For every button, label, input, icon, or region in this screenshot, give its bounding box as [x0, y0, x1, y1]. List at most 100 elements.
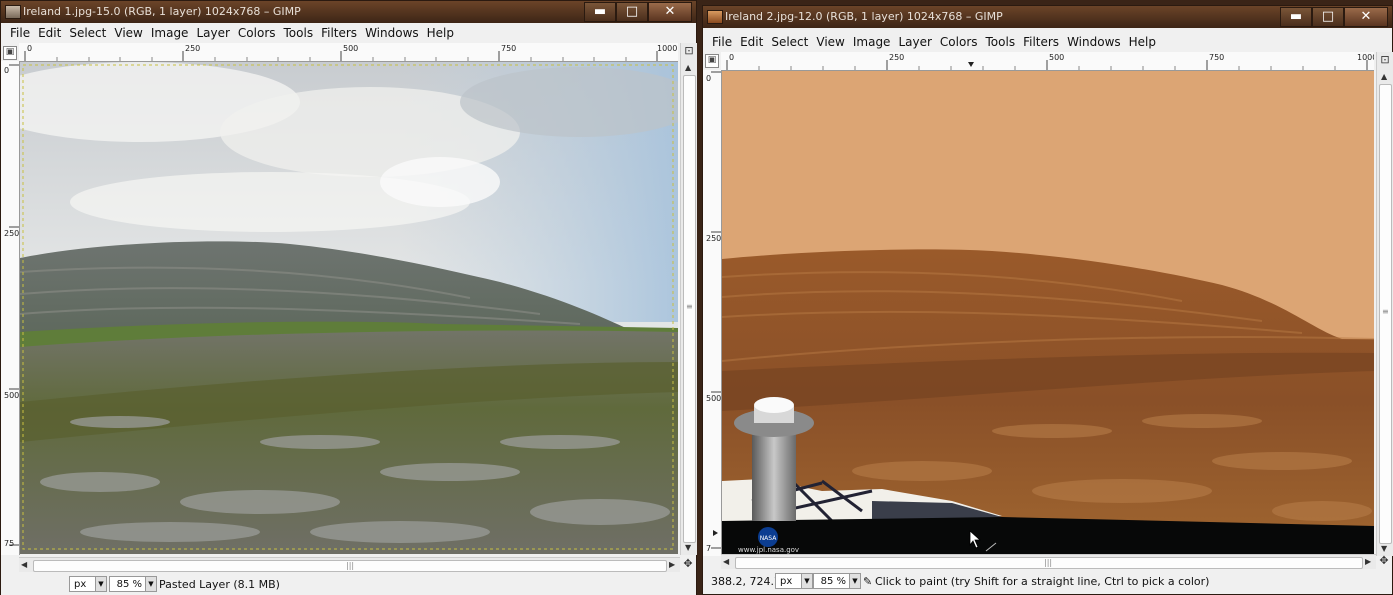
pointer-coordinates: 388.2, 724.7: [711, 575, 781, 588]
menu-help[interactable]: Help: [424, 23, 459, 43]
status-message: Pasted Layer (8.1 MB): [159, 578, 280, 591]
zoom-to-fit-icon[interactable]: ⊡: [1379, 54, 1391, 66]
navigate-icon[interactable]: ✥: [1378, 555, 1390, 567]
grip-icon: |||: [1044, 558, 1053, 567]
ruler-label: 1000: [1357, 53, 1374, 62]
menu-select[interactable]: Select: [66, 23, 111, 43]
ruler-label: 750: [501, 44, 517, 53]
scroll-up-icon[interactable]: ▲: [685, 63, 691, 72]
horizontal-scroll-thumb[interactable]: |||: [735, 557, 1363, 569]
zoom-value: 85 %: [116, 579, 142, 590]
ruler-label: 7: [706, 544, 712, 553]
scroll-right-icon[interactable]: ▶: [1365, 557, 1371, 566]
unit-value: px: [780, 576, 793, 587]
zoom-selector[interactable]: 85 % ▼: [109, 576, 157, 592]
menu-layer[interactable]: Layer: [895, 32, 936, 52]
unit-value: px: [74, 579, 87, 590]
menu-edit[interactable]: Edit: [737, 32, 768, 52]
unit-selector[interactable]: px ▼: [775, 573, 813, 589]
gimp-window-ireland-2: Ireland 2.jpg-12.0 (RGB, 1 layer) 1024x7…: [702, 5, 1393, 595]
dropdown-arrow-icon: ▼: [849, 574, 860, 588]
menu-select[interactable]: Select: [768, 32, 813, 52]
close-icon[interactable]: ✕: [1344, 7, 1388, 27]
menu-bar: File Edit Select View Image Layer Colors…: [1, 23, 696, 43]
vertical-ruler: 0 250 500 75: [1, 61, 20, 555]
quick-mask-toggle-icon[interactable]: ▣: [3, 46, 17, 60]
nasa-logo-text: NASA: [760, 535, 778, 542]
maximize-icon[interactable]: □: [1312, 7, 1344, 27]
status-message: Click to paint (try Shift for a straight…: [875, 575, 1210, 588]
image-canvas[interactable]: [20, 62, 678, 554]
image-canvas[interactable]: NASA www.jpl.nasa.gov: [722, 71, 1374, 555]
menu-layer[interactable]: Layer: [193, 23, 234, 43]
scroll-down-icon[interactable]: ▼: [685, 543, 691, 552]
ruler-label: 500: [4, 391, 20, 400]
ruler-label: 750: [1209, 53, 1225, 62]
horizontal-scrollbar[interactable]: ◀ ||| ▶: [19, 557, 680, 572]
menu-windows[interactable]: Windows: [362, 23, 424, 43]
ruler-label: 0: [27, 44, 33, 53]
horizontal-scroll-thumb[interactable]: |||: [33, 560, 667, 572]
scroll-left-icon[interactable]: ◀: [723, 557, 729, 566]
zoom-selector[interactable]: 85 % ▼: [813, 573, 861, 589]
menu-file[interactable]: File: [7, 23, 35, 43]
ruler-label: 1000: [657, 44, 678, 53]
minimize-icon[interactable]: ▬: [1280, 7, 1312, 27]
menu-tools[interactable]: Tools: [281, 23, 319, 43]
dropdown-arrow-icon: ▼: [801, 574, 812, 588]
zoom-to-fit-icon[interactable]: ⊡: [683, 45, 695, 57]
close-icon[interactable]: ✕: [648, 2, 692, 22]
vertical-scrollbar[interactable]: ⊡ ▲ ≡ ▼: [1376, 52, 1393, 556]
horizontal-scrollbar[interactable]: ◀ ||| ▶: [721, 554, 1376, 569]
jpl-watermark: www.jpl.nasa.gov: [738, 546, 799, 554]
maximize-icon[interactable]: □: [616, 2, 648, 22]
title-bar[interactable]: Ireland 1.jpg-15.0 (RGB, 1 layer) 1024x7…: [1, 1, 696, 23]
menu-colors[interactable]: Colors: [937, 32, 983, 52]
ruler-label: 0: [4, 66, 10, 75]
menu-colors[interactable]: Colors: [235, 23, 281, 43]
vertical-ruler: 0 250 500 7: [703, 70, 722, 556]
menu-file[interactable]: File: [709, 32, 737, 52]
vertical-scrollbar[interactable]: ⊡ ▲ ≡ ▼: [680, 43, 697, 555]
scroll-left-icon[interactable]: ◀: [21, 560, 27, 569]
title-bar[interactable]: Ireland 2.jpg-12.0 (RGB, 1 layer) 1024x7…: [703, 6, 1392, 28]
unit-selector[interactable]: px ▼: [69, 576, 107, 592]
minimize-icon[interactable]: ▬: [584, 2, 616, 22]
menu-view[interactable]: View: [111, 23, 147, 43]
menu-image[interactable]: Image: [148, 23, 194, 43]
menu-filters[interactable]: Filters: [318, 23, 362, 43]
status-bar: px ▼ 85 % ▼ Pasted Layer (8.1 MB): [1, 573, 696, 595]
scroll-down-icon[interactable]: ▼: [1381, 544, 1387, 553]
navigate-icon[interactable]: ✥: [682, 558, 694, 570]
status-bar: 388.2, 724.7 px ▼ 85 % ▼ ✎ Click to pain…: [703, 570, 1392, 592]
ruler-label: 0: [729, 53, 735, 62]
scroll-right-icon[interactable]: ▶: [669, 560, 675, 569]
menu-tools[interactable]: Tools: [983, 32, 1021, 52]
vertical-scroll-thumb[interactable]: ≡: [683, 75, 696, 543]
ruler-label: 500: [1049, 53, 1065, 62]
ruler-label: 250: [706, 234, 722, 243]
image-thumbnail-icon: [5, 5, 21, 19]
ruler-label: 0: [706, 74, 712, 83]
menu-windows[interactable]: Windows: [1064, 32, 1126, 52]
menu-help[interactable]: Help: [1126, 32, 1161, 52]
vertical-scroll-thumb[interactable]: ≡: [1379, 84, 1392, 544]
scroll-up-icon[interactable]: ▲: [1381, 72, 1387, 81]
ruler-label: 250: [185, 44, 201, 53]
ruler-label: 500: [706, 394, 722, 403]
ruler-label: 250: [4, 229, 20, 238]
dropdown-arrow-icon: ▼: [95, 577, 106, 591]
menu-view[interactable]: View: [813, 32, 849, 52]
window-title: Ireland 2.jpg-12.0 (RGB, 1 layer) 1024x7…: [725, 10, 1003, 23]
ruler-label: 75: [4, 539, 15, 548]
menu-edit[interactable]: Edit: [35, 23, 66, 43]
horizontal-ruler: 0 250 500 750 1000: [19, 43, 678, 62]
paintbrush-icon: ✎: [863, 575, 873, 588]
menu-filters[interactable]: Filters: [1020, 32, 1064, 52]
dropdown-arrow-icon: ▼: [145, 577, 156, 591]
gimp-window-ireland-1: Ireland 1.jpg-15.0 (RGB, 1 layer) 1024x7…: [0, 0, 697, 595]
menu-image[interactable]: Image: [850, 32, 896, 52]
window-title: Ireland 1.jpg-15.0 (RGB, 1 layer) 1024x7…: [23, 5, 301, 18]
ruler-label: 500: [343, 44, 359, 53]
quick-mask-toggle-icon[interactable]: ▣: [705, 54, 719, 68]
